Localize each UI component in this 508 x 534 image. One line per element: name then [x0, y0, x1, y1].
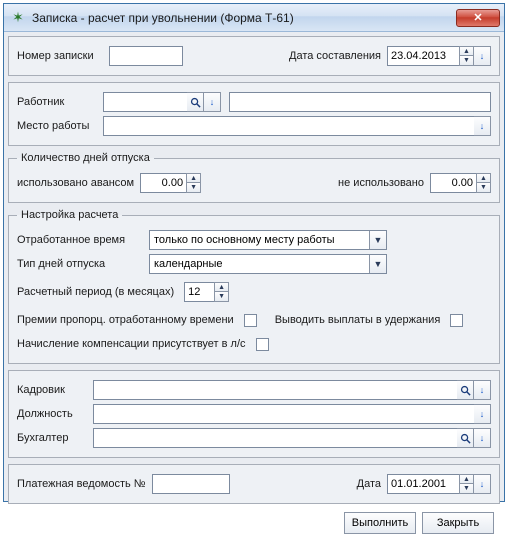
search-icon	[460, 385, 471, 396]
day-type-label: Тип дней отпуска	[17, 258, 149, 270]
close-button[interactable]: Закрыть	[422, 512, 494, 534]
position-label: Должность	[17, 408, 93, 420]
close-window-button[interactable]: ✕	[456, 9, 500, 27]
payroll-date-spinner[interactable]: ▲ ▼	[459, 474, 474, 494]
arrow-down-icon: ↓	[480, 433, 485, 443]
workplace-label: Место работы	[17, 120, 103, 132]
worker-input[interactable]	[103, 92, 187, 112]
worked-time-value: только по основному месту работы	[150, 234, 369, 246]
compose-date-dropdown[interactable]: ↓	[474, 46, 491, 66]
compensation-checkbox[interactable]	[256, 338, 269, 351]
worker-lookup-button[interactable]	[187, 92, 204, 112]
titlebar: ✶ Записка - расчет при увольнении (Форма…	[4, 4, 504, 32]
hr-label: Кадровик	[17, 384, 93, 396]
used-advance-label: использовано авансом	[17, 177, 134, 189]
period-label: Расчетный период (в месяцах)	[17, 286, 174, 298]
bonus-prop-label: Премии пропорц. отработанному времени	[17, 314, 234, 326]
worker-label: Работник	[17, 96, 103, 108]
payroll-date-input[interactable]: 01.01.2001	[387, 474, 459, 494]
spin-up-icon[interactable]: ▲	[459, 474, 474, 484]
arrow-down-icon: ↓	[480, 409, 485, 419]
day-type-combo[interactable]: календарные ▼	[149, 254, 387, 274]
position-dropdown-button[interactable]: ↓	[474, 404, 491, 424]
chevron-down-icon: ▼	[369, 255, 386, 273]
accountant-input[interactable]	[93, 428, 457, 448]
worked-time-combo[interactable]: только по основному месту работы ▼	[149, 230, 387, 250]
compose-date-label: Дата составления	[289, 50, 381, 62]
spin-down-icon[interactable]: ▼	[186, 183, 201, 193]
payroll-label: Платежная ведомость №	[17, 478, 146, 490]
client-area: Номер записки Дата составления 23.04.201…	[4, 32, 504, 501]
search-icon	[190, 97, 201, 108]
execute-button[interactable]: Выполнить	[344, 512, 416, 534]
spin-up-icon[interactable]: ▲	[476, 173, 491, 183]
fieldset-calc-settings: Настройка расчета Отработанное время тол…	[8, 209, 500, 364]
close-icon: ✕	[473, 11, 482, 24]
not-used-spinner[interactable]: ▲ ▼	[476, 173, 491, 193]
section-payroll: Платежная ведомость № Дата 01.01.2001 ▲ …	[8, 464, 500, 504]
window-title: Записка - расчет при увольнении (Форма Т…	[32, 11, 456, 25]
period-input[interactable]: 12	[184, 282, 214, 302]
accountant-lookup-button[interactable]	[457, 428, 474, 448]
payroll-date-label: Дата	[357, 478, 381, 490]
spin-down-icon[interactable]: ▼	[476, 183, 491, 193]
arrow-down-icon: ↓	[480, 385, 485, 395]
hr-lookup-button[interactable]	[457, 380, 474, 400]
position-input[interactable]	[93, 404, 474, 424]
section-employee: Работник ↓ Место работы ↓	[8, 82, 500, 146]
search-icon	[460, 433, 471, 444]
not-used-input[interactable]: 0.00	[430, 173, 476, 193]
spin-down-icon[interactable]: ▼	[459, 484, 474, 494]
day-type-value: календарные	[150, 258, 369, 270]
chevron-down-icon: ▼	[369, 231, 386, 249]
section-header: Номер записки Дата составления 23.04.201…	[8, 36, 500, 76]
spin-up-icon[interactable]: ▲	[186, 173, 201, 183]
note-number-input[interactable]	[109, 46, 183, 66]
payroll-date-dropdown[interactable]: ↓	[474, 474, 491, 494]
spin-up-icon[interactable]: ▲	[214, 282, 229, 292]
period-spinner[interactable]: ▲ ▼	[214, 282, 229, 302]
spin-down-icon[interactable]: ▼	[214, 292, 229, 302]
workplace-dropdown-button[interactable]: ↓	[474, 116, 491, 136]
worker-info-display	[229, 92, 491, 112]
vacation-days-legend: Количество дней отпуска	[17, 152, 154, 164]
accountant-label: Бухгалтер	[17, 432, 93, 444]
spin-down-icon[interactable]: ▼	[459, 56, 474, 66]
output-payments-label: Выводить выплаты в удержания	[275, 314, 441, 326]
fieldset-vacation-days: Количество дней отпуска использовано ава…	[8, 152, 500, 203]
arrow-down-icon: ↓	[210, 97, 215, 107]
arrow-down-icon: ↓	[480, 479, 485, 489]
compose-date-spinner[interactable]: ▲ ▼	[459, 46, 474, 66]
hr-dropdown-button[interactable]: ↓	[474, 380, 491, 400]
output-payments-checkbox[interactable]	[450, 314, 463, 327]
hr-input[interactable]	[93, 380, 457, 400]
used-advance-input[interactable]: 0.00	[140, 173, 186, 193]
workplace-input[interactable]	[103, 116, 474, 136]
arrow-down-icon: ↓	[480, 121, 485, 131]
payroll-number-input[interactable]	[152, 474, 230, 494]
arrow-down-icon: ↓	[480, 51, 485, 61]
calc-settings-legend: Настройка расчета	[17, 209, 122, 221]
not-used-label: не использовано	[338, 177, 424, 189]
spin-up-icon[interactable]: ▲	[459, 46, 474, 56]
footer: Выполнить Закрыть	[8, 508, 500, 534]
app-icon: ✶	[10, 10, 26, 26]
compose-date-input[interactable]: 23.04.2013	[387, 46, 459, 66]
section-signers: Кадровик ↓ Должность ↓ Бухгалтер ↓	[8, 370, 500, 458]
worked-time-label: Отработанное время	[17, 234, 149, 246]
note-number-label: Номер записки	[17, 50, 109, 62]
bonus-prop-checkbox[interactable]	[244, 314, 257, 327]
window-frame: ✶ Записка - расчет при увольнении (Форма…	[3, 3, 505, 502]
worker-dropdown-button[interactable]: ↓	[204, 92, 221, 112]
used-advance-spinner[interactable]: ▲ ▼	[186, 173, 201, 193]
accountant-dropdown-button[interactable]: ↓	[474, 428, 491, 448]
compensation-label: Начисление компенсации присутствует в л/…	[17, 338, 246, 350]
